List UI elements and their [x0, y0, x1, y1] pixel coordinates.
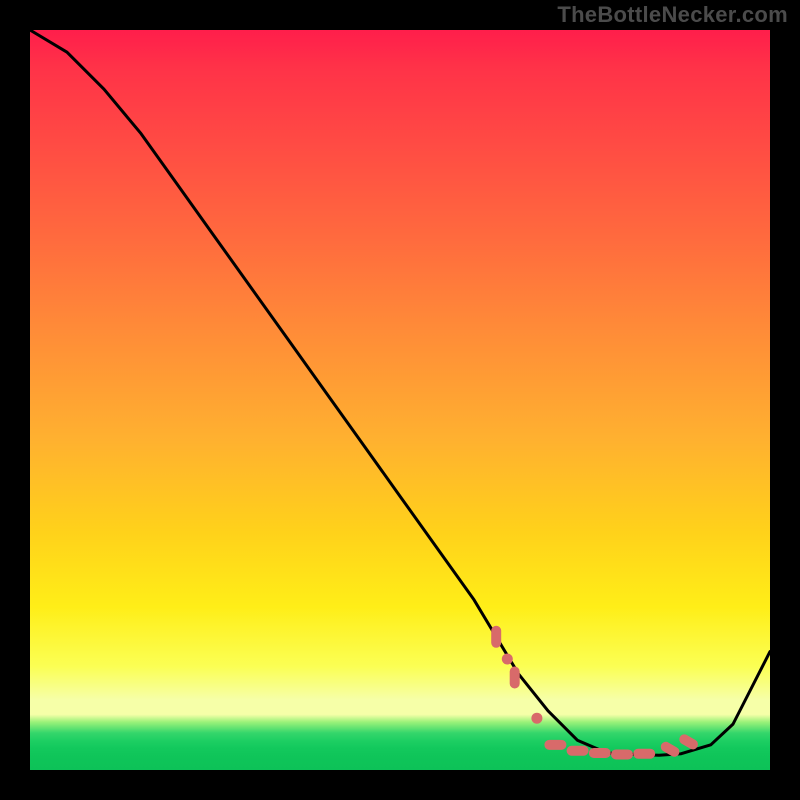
curve-markers — [491, 626, 700, 760]
bottleneck-curve — [30, 30, 770, 755]
curve-marker — [531, 713, 542, 724]
curve-marker — [544, 740, 566, 750]
curve-marker — [589, 748, 611, 758]
chart-svg — [30, 30, 770, 770]
chart-frame: TheBottleNecker.com — [0, 0, 800, 800]
curve-marker — [633, 749, 655, 759]
curve-marker — [567, 746, 589, 756]
curve-marker — [491, 626, 501, 648]
plot-area — [30, 30, 770, 770]
curve-marker — [502, 654, 513, 665]
watermark-text: TheBottleNecker.com — [557, 2, 788, 28]
curve-marker — [510, 667, 520, 689]
curve-marker — [611, 749, 633, 759]
